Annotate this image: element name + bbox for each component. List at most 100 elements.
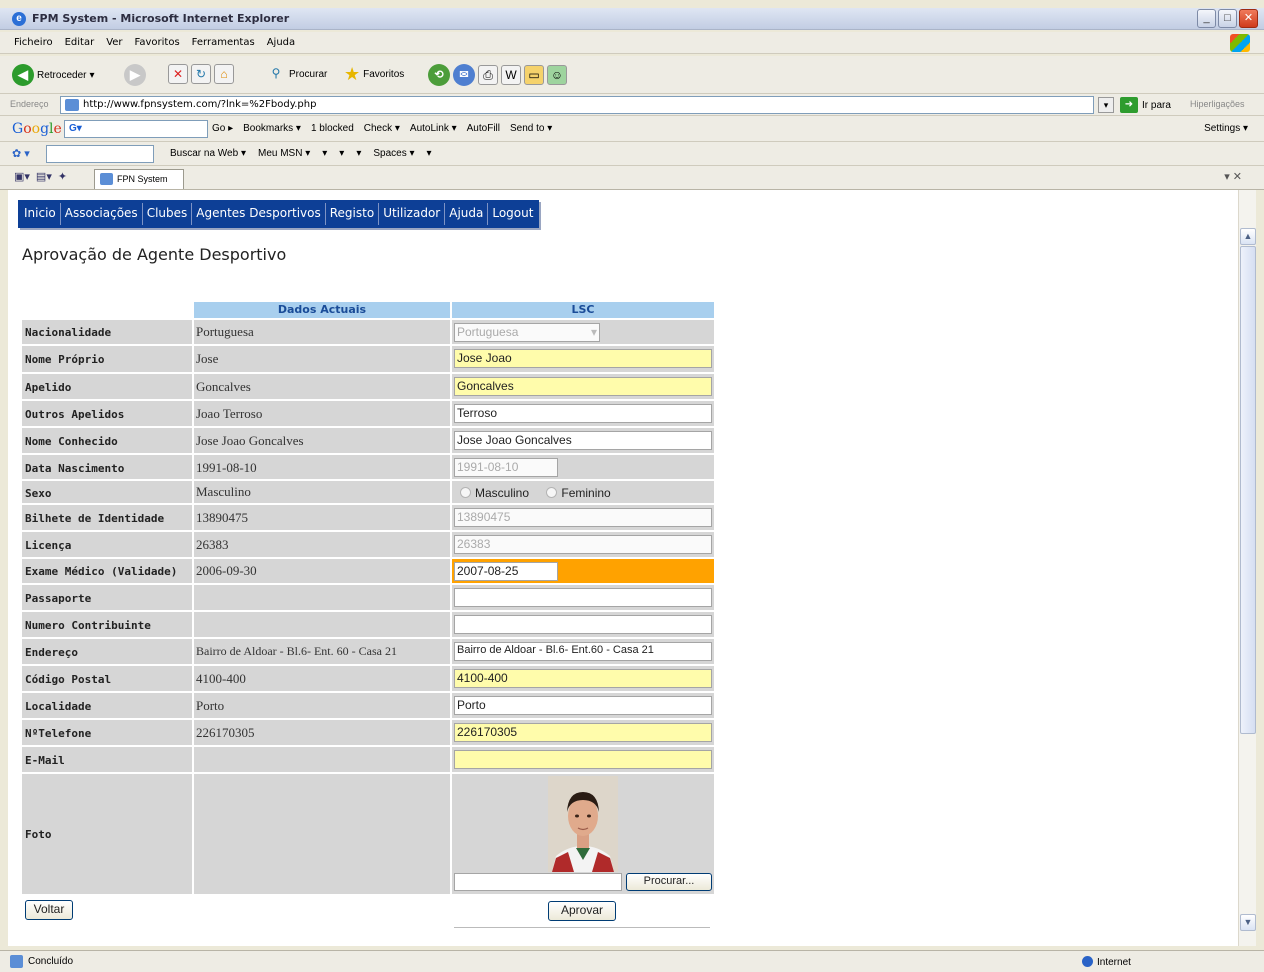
msn-my-msn-button[interactable]: Meu MSN ▾ bbox=[258, 148, 310, 159]
msn-item-button[interactable]: ▾ bbox=[356, 148, 361, 159]
page-title: Aprovação de Agente Desportivo bbox=[22, 245, 287, 264]
nav-clubes[interactable]: Clubes bbox=[143, 203, 193, 225]
back-form-button[interactable]: Voltar bbox=[25, 900, 73, 920]
nationality-select[interactable]: Portuguesa ▾ bbox=[454, 323, 600, 342]
email-field[interactable] bbox=[454, 750, 712, 769]
photo-file-input[interactable] bbox=[454, 873, 622, 891]
expired-highlight: 2007-08-25 bbox=[452, 559, 714, 585]
nav-ajuda[interactable]: Ajuda bbox=[445, 203, 489, 225]
other-surnames-input[interactable]: Terroso bbox=[454, 404, 712, 423]
msn-item-button[interactable]: ▾ bbox=[322, 148, 327, 159]
bookmarks-button[interactable]: Bookmarks ▾ bbox=[243, 123, 301, 134]
google-toolbar: Google G▾ Go ▸ Bookmarks ▾ 1 blocked Che… bbox=[0, 116, 1264, 142]
row-label: Exame Médico (Validade) bbox=[25, 565, 178, 578]
scroll-up-icon[interactable]: ▲ bbox=[1240, 228, 1256, 245]
autolink-button[interactable]: AutoLink ▾ bbox=[410, 123, 457, 134]
column-header-lsc: LSC bbox=[452, 302, 714, 318]
locality-input[interactable]: Porto bbox=[454, 696, 712, 715]
female-radio[interactable] bbox=[546, 487, 558, 498]
forward-arrow-icon[interactable]: ▶ bbox=[124, 64, 146, 86]
google-go-button[interactable]: Go ▸ bbox=[212, 123, 233, 134]
folder-icon[interactable]: ▭ bbox=[524, 65, 544, 85]
row-label: Outros Apelidos bbox=[25, 408, 125, 421]
new-tab-icon[interactable]: ▤▾ bbox=[36, 170, 52, 183]
google-settings-button[interactable]: Settings ▾ bbox=[1204, 123, 1248, 134]
address-field[interactable]: Bairro de Aldoar - Bl.6- Ent.60 - Casa 2… bbox=[454, 642, 712, 661]
approve-button[interactable]: Aprovar bbox=[548, 901, 616, 921]
standard-toolbar: ◀ Retroceder ▾ ▶ ✕ ↻ ⌂ ⚲ Procurar ★ Favo… bbox=[0, 56, 1264, 94]
msn-web-search-button[interactable]: Buscar na Web ▾ bbox=[170, 148, 246, 159]
passport-input[interactable] bbox=[454, 588, 712, 607]
msn-search-input[interactable] bbox=[46, 145, 154, 163]
links-label[interactable]: Hiperligações bbox=[1190, 99, 1245, 109]
google-search-input[interactable]: G▾ bbox=[64, 120, 208, 138]
male-radio[interactable] bbox=[460, 487, 471, 498]
tab-nav-icon[interactable]: ✦ bbox=[58, 170, 67, 183]
popup-blocked-button[interactable]: 1 blocked bbox=[311, 123, 354, 134]
menu-help[interactable]: Ajuda bbox=[267, 37, 295, 48]
nav-utilizador[interactable]: Utilizador bbox=[379, 203, 446, 225]
scroll-thumb[interactable] bbox=[1240, 246, 1256, 734]
minimize-button[interactable]: _ bbox=[1197, 9, 1216, 28]
menu-tools[interactable]: Ferramentas bbox=[192, 37, 255, 48]
main-nav: Inicio Associações Clubes Agentes Despor… bbox=[18, 200, 540, 228]
postal-code-input[interactable]: 4100-400 bbox=[454, 669, 712, 688]
current-value: 13890475 bbox=[194, 505, 450, 532]
msn-item-button[interactable]: ▾ bbox=[339, 148, 344, 159]
print-icon[interactable]: ⎙ bbox=[478, 65, 498, 85]
go-button[interactable]: ➜ Ir para bbox=[1120, 97, 1171, 113]
phone-input[interactable]: 226170305 bbox=[454, 723, 712, 742]
browse-button[interactable]: Procurar... bbox=[626, 873, 712, 891]
favorites-button[interactable]: Favoritos bbox=[363, 69, 404, 80]
msn-item-button[interactable]: ▾ bbox=[427, 148, 432, 159]
menu-view[interactable]: Ver bbox=[106, 37, 122, 48]
nav-associacoes[interactable]: Associações bbox=[61, 203, 143, 225]
row-label: Licença bbox=[25, 539, 72, 552]
menu-favorites[interactable]: Favoritos bbox=[135, 37, 180, 48]
msn-spaces-button[interactable]: Spaces ▾ bbox=[373, 148, 414, 159]
medical-exam-input[interactable]: 2007-08-25 bbox=[454, 562, 558, 581]
tab-list-icon[interactable]: ▣▾ bbox=[14, 170, 30, 183]
row-label: Nacionalidade bbox=[25, 326, 112, 339]
first-name-input[interactable]: Jose Joao bbox=[454, 349, 712, 368]
history-icon[interactable]: ⟲ bbox=[428, 64, 450, 86]
taxpayer-number-input[interactable] bbox=[454, 615, 712, 634]
stop-icon[interactable]: ✕ bbox=[168, 64, 188, 84]
nav-registo[interactable]: Registo bbox=[326, 203, 380, 225]
maximize-button[interactable]: □ bbox=[1218, 9, 1237, 28]
spell-check-button[interactable]: Check ▾ bbox=[364, 123, 400, 134]
menu-edit[interactable]: Editar bbox=[65, 37, 95, 48]
close-tab-icon[interactable]: ▾ ✕ bbox=[1224, 170, 1242, 183]
close-button[interactable]: ✕ bbox=[1239, 9, 1258, 28]
id-card-input[interactable]: 13890475 bbox=[454, 508, 712, 527]
msn-butterfly-icon[interactable]: ✿ ▾ bbox=[12, 147, 30, 160]
autofill-button[interactable]: AutoFill bbox=[467, 123, 500, 134]
back-button[interactable]: Retroceder bbox=[37, 70, 86, 81]
mail-icon[interactable]: ✉ bbox=[453, 64, 475, 86]
refresh-icon[interactable]: ↻ bbox=[191, 64, 211, 84]
surname-input[interactable]: Goncalves bbox=[454, 377, 712, 396]
favorites-star-icon[interactable]: ★ bbox=[344, 64, 360, 85]
edit-icon[interactable]: W bbox=[501, 65, 521, 85]
row-nome-proprio: Nome Próprio Jose Jose Joao bbox=[22, 346, 714, 374]
tab-fpn-system[interactable]: FPN System bbox=[94, 169, 184, 189]
search-button[interactable]: Procurar bbox=[289, 69, 327, 80]
license-input[interactable]: 26383 bbox=[454, 535, 712, 554]
nav-inicio[interactable]: Inicio bbox=[20, 203, 61, 225]
menu-file[interactable]: Ficheiro bbox=[14, 37, 53, 48]
messenger-icon[interactable]: ☺ bbox=[547, 65, 567, 85]
address-dropdown-button[interactable]: ▾ bbox=[1098, 97, 1114, 113]
row-label: Apelido bbox=[25, 381, 72, 394]
birth-date-input[interactable]: 1991-08-10 bbox=[454, 458, 558, 477]
current-value bbox=[194, 612, 450, 639]
search-icon[interactable]: ⚲ bbox=[266, 64, 286, 84]
nav-logout[interactable]: Logout bbox=[488, 203, 537, 225]
address-input[interactable]: http://www.fpnsystem.com/?lnk=%2Fbody.ph… bbox=[60, 96, 1094, 114]
vertical-scrollbar[interactable]: ▲ ▼ bbox=[1238, 190, 1256, 946]
back-arrow-icon[interactable]: ◀ bbox=[12, 64, 34, 86]
scroll-down-icon[interactable]: ▼ bbox=[1240, 914, 1256, 931]
send-to-button[interactable]: Send to ▾ bbox=[510, 123, 552, 134]
known-name-input[interactable]: Jose Joao Goncalves bbox=[454, 431, 712, 450]
nav-agentes-desportivos[interactable]: Agentes Desportivos bbox=[192, 203, 326, 225]
home-icon[interactable]: ⌂ bbox=[214, 64, 234, 84]
